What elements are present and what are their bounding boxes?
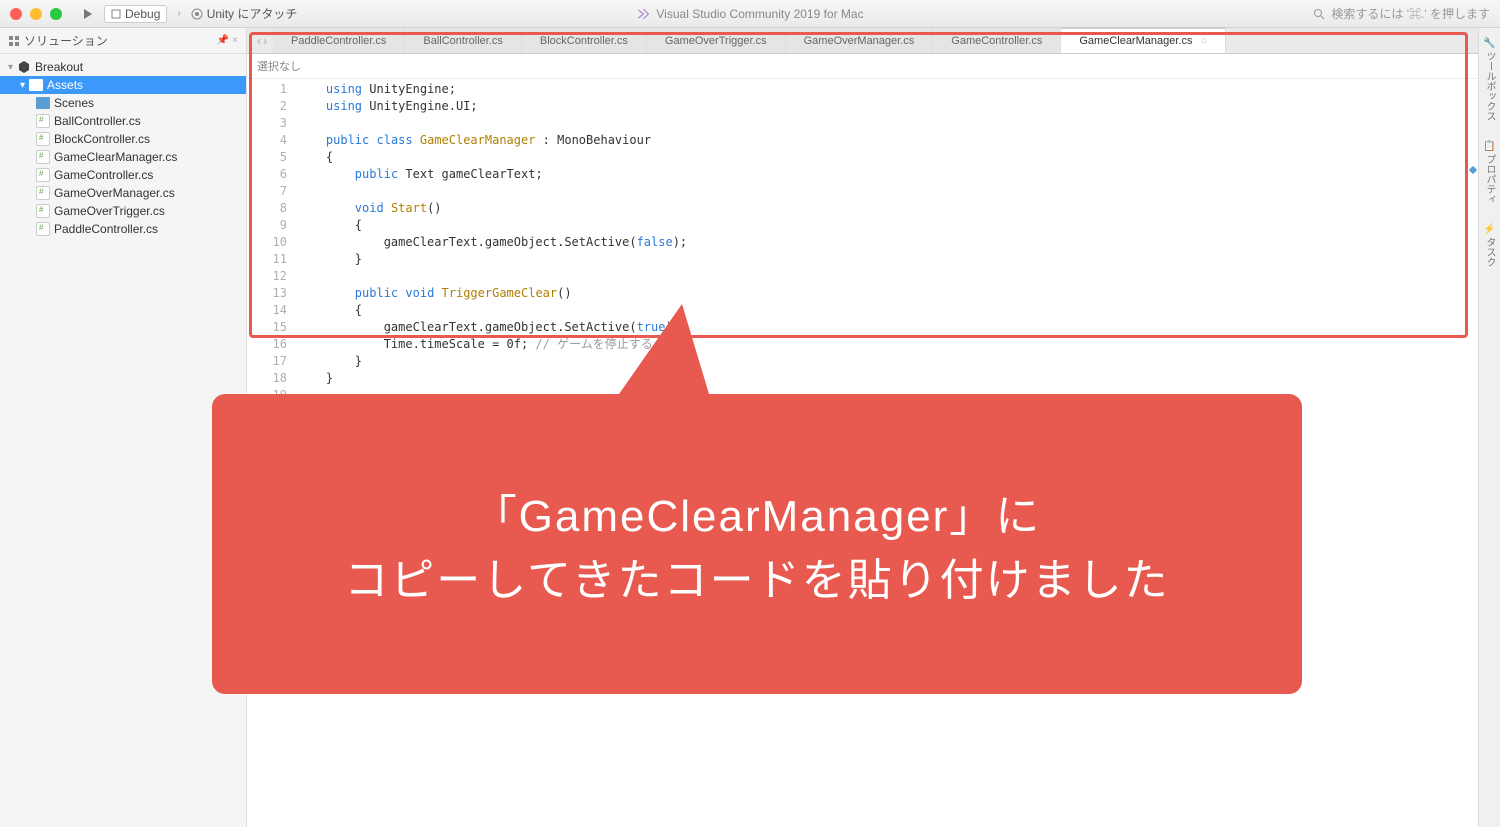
callout-line2: コピーしてきたコードを貼り付けました bbox=[344, 544, 1169, 608]
search-icon bbox=[1313, 8, 1325, 20]
file-item[interactable]: BallController.cs bbox=[0, 112, 246, 130]
play-button[interactable] bbox=[82, 8, 94, 20]
csharp-icon bbox=[36, 186, 50, 200]
line-gutter: 12345678910111213141516171819 bbox=[247, 81, 297, 404]
close-icon[interactable]: ○ bbox=[1200, 35, 1207, 47]
csharp-icon bbox=[36, 132, 50, 146]
vs-icon bbox=[636, 7, 650, 21]
tab-nav: ‹ › bbox=[251, 28, 273, 53]
csharp-icon bbox=[36, 114, 50, 128]
file-item[interactable]: PaddleController.cs bbox=[0, 220, 246, 238]
minimize-window[interactable] bbox=[30, 8, 42, 20]
callout-line1: 「GameClearManager」に bbox=[473, 480, 1042, 544]
sidebar-title: ソリューション bbox=[24, 32, 108, 49]
solution-icon bbox=[8, 35, 20, 47]
file-item[interactable]: BlockController.cs bbox=[0, 130, 246, 148]
right-rail: 🔧 ツールボックス 📋 プロパティ ⚡ タスク bbox=[1478, 28, 1500, 827]
tasks-tab[interactable]: ⚡ タスク bbox=[1482, 222, 1497, 267]
scenes-folder[interactable]: Scenes bbox=[0, 94, 246, 112]
folder-icon bbox=[29, 79, 43, 91]
breadcrumb[interactable]: 選択なし bbox=[247, 54, 1478, 79]
assets-folder[interactable]: ▾ Assets bbox=[0, 76, 246, 94]
close-window[interactable] bbox=[10, 8, 22, 20]
tab-back[interactable]: ‹ bbox=[257, 34, 261, 48]
maximize-window[interactable] bbox=[50, 8, 62, 20]
chevron-right-icon: › bbox=[177, 8, 180, 19]
tab-gameovermanager[interactable]: GameOverManager.cs bbox=[786, 28, 934, 53]
solution-explorer: ソリューション 📌 × ▾ Breakout ▾ Assets Scenes B… bbox=[0, 28, 247, 827]
pin-icon[interactable]: 📌 × bbox=[217, 35, 238, 46]
titlebar: Debug › Unity にアタッチ Visual Studio Commun… bbox=[0, 0, 1500, 28]
tab-forward[interactable]: › bbox=[263, 34, 267, 48]
file-item[interactable]: GameOverManager.cs bbox=[0, 184, 246, 202]
properties-tab[interactable]: 📋 プロパティ bbox=[1482, 139, 1497, 204]
window-controls bbox=[10, 8, 62, 20]
file-item[interactable]: GameClearManager.cs bbox=[0, 148, 246, 166]
tab-paddle[interactable]: PaddleController.cs bbox=[273, 28, 405, 53]
app-title: Visual Studio Community 2019 for Mac bbox=[636, 7, 863, 21]
csharp-icon bbox=[36, 222, 50, 236]
search-box[interactable]: 検索するには '⌘.' を押します bbox=[1313, 5, 1490, 22]
csharp-icon bbox=[36, 204, 50, 218]
attach-target[interactable]: Unity にアタッチ bbox=[191, 5, 298, 22]
project-node[interactable]: ▾ Breakout bbox=[0, 58, 246, 76]
config-dropdown[interactable]: Debug bbox=[104, 5, 167, 23]
tab-block[interactable]: BlockController.cs bbox=[522, 28, 647, 53]
file-item[interactable]: GameOverTrigger.cs bbox=[0, 202, 246, 220]
editor-tabs: ‹ › PaddleController.cs BallController.c… bbox=[247, 28, 1478, 54]
code-editor[interactable]: 12345678910111213141516171819 using Unit… bbox=[247, 79, 1478, 404]
annotation-callout: 「GameClearManager」に コピーしてきたコードを貼り付けました bbox=[212, 394, 1302, 694]
code-content[interactable]: using UnityEngine; using UnityEngine.UI;… bbox=[297, 81, 1478, 404]
tab-ball[interactable]: BallController.cs bbox=[405, 28, 521, 53]
tab-gamecontroller[interactable]: GameController.cs bbox=[933, 28, 1061, 53]
tab-gameovertrigger[interactable]: GameOverTrigger.cs bbox=[647, 28, 786, 53]
csharp-icon bbox=[36, 168, 50, 182]
tab-gameclearmanager[interactable]: GameClearManager.cs○ bbox=[1061, 28, 1226, 53]
csharp-icon bbox=[36, 150, 50, 164]
file-item[interactable]: GameController.cs bbox=[0, 166, 246, 184]
toolbox-tab[interactable]: 🔧 ツールボックス bbox=[1482, 36, 1497, 121]
folder-icon bbox=[36, 97, 50, 109]
unity-icon bbox=[17, 60, 31, 74]
